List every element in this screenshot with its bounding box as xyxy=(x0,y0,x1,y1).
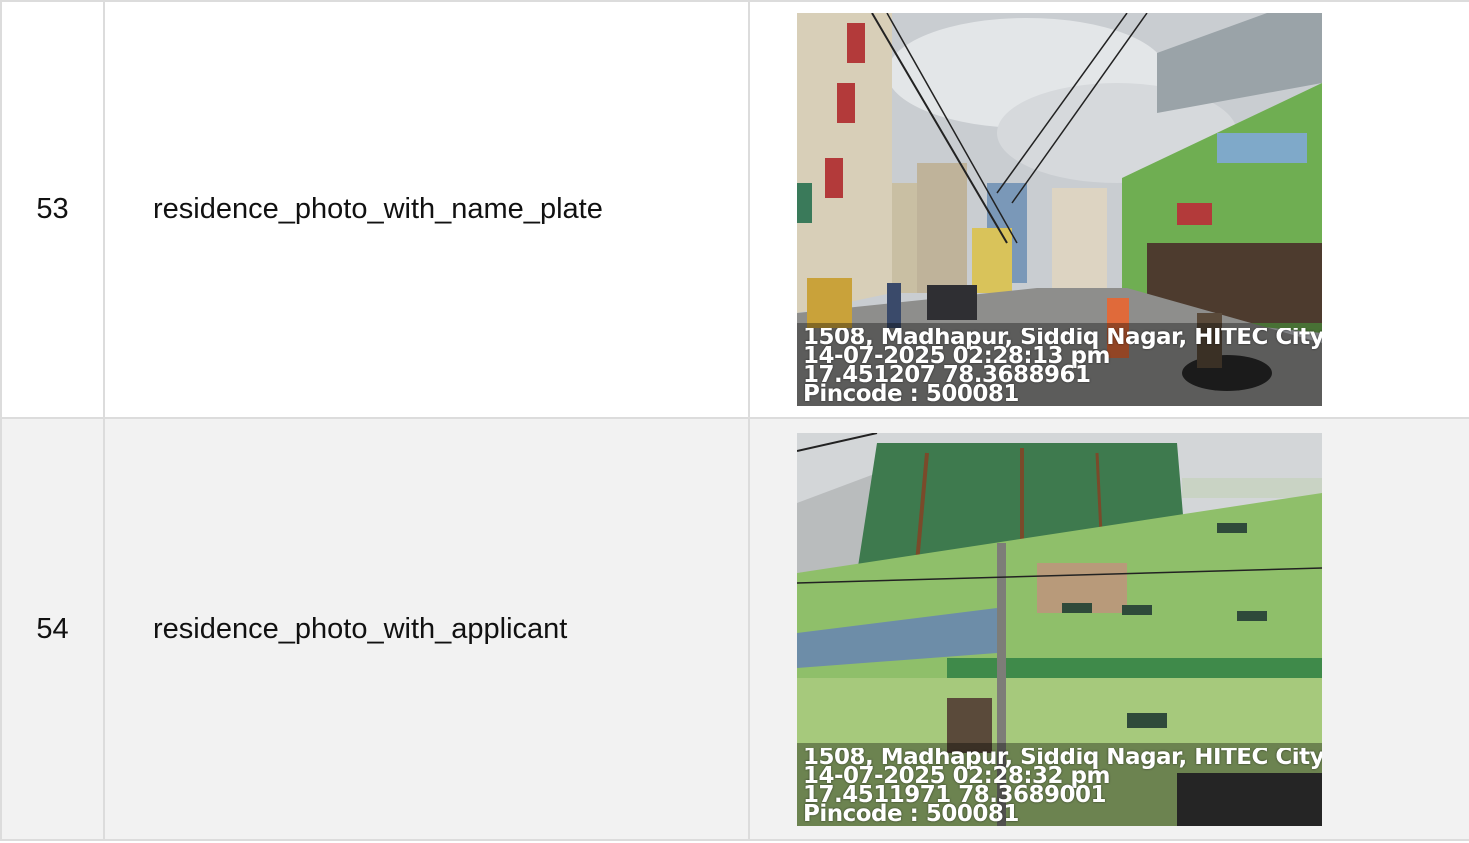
row-number-cell: 53 xyxy=(0,0,105,419)
photo-geotag-overlay: 1508, Madhapur, Siddiq Nagar, HITEC City… xyxy=(803,328,1322,404)
photo-geotag-overlay: 1508, Madhapur, Siddiq Nagar, HITEC City… xyxy=(803,748,1322,824)
photo-cell: 1508, Madhapur, Siddiq Nagar, HITEC City… xyxy=(748,417,1469,841)
document-type-label: residence_photo_with_name_plate xyxy=(153,193,603,225)
row-number-cell: 54 xyxy=(0,417,105,841)
photo-evidence-table: 53 residence_photo_with_name_plate 1508,… xyxy=(0,0,1469,841)
document-type-cell: residence_photo_with_applicant xyxy=(103,417,750,841)
row-number: 53 xyxy=(36,193,69,225)
document-type-cell: residence_photo_with_name_plate xyxy=(103,0,750,419)
table-row: 53 residence_photo_with_name_plate 1508,… xyxy=(0,0,1469,419)
building-photo[interactable]: 1508, Madhapur, Siddiq Nagar, HITEC City… xyxy=(797,432,1322,826)
street-photo[interactable]: 1508, Madhapur, Siddiq Nagar, HITEC City… xyxy=(797,13,1322,406)
photo-cell: 1508, Madhapur, Siddiq Nagar, HITEC City… xyxy=(748,0,1469,419)
document-type-label: residence_photo_with_applicant xyxy=(153,612,568,645)
row-number: 54 xyxy=(36,612,69,645)
table-row: 54 residence_photo_with_applicant 1508, … xyxy=(0,417,1469,841)
